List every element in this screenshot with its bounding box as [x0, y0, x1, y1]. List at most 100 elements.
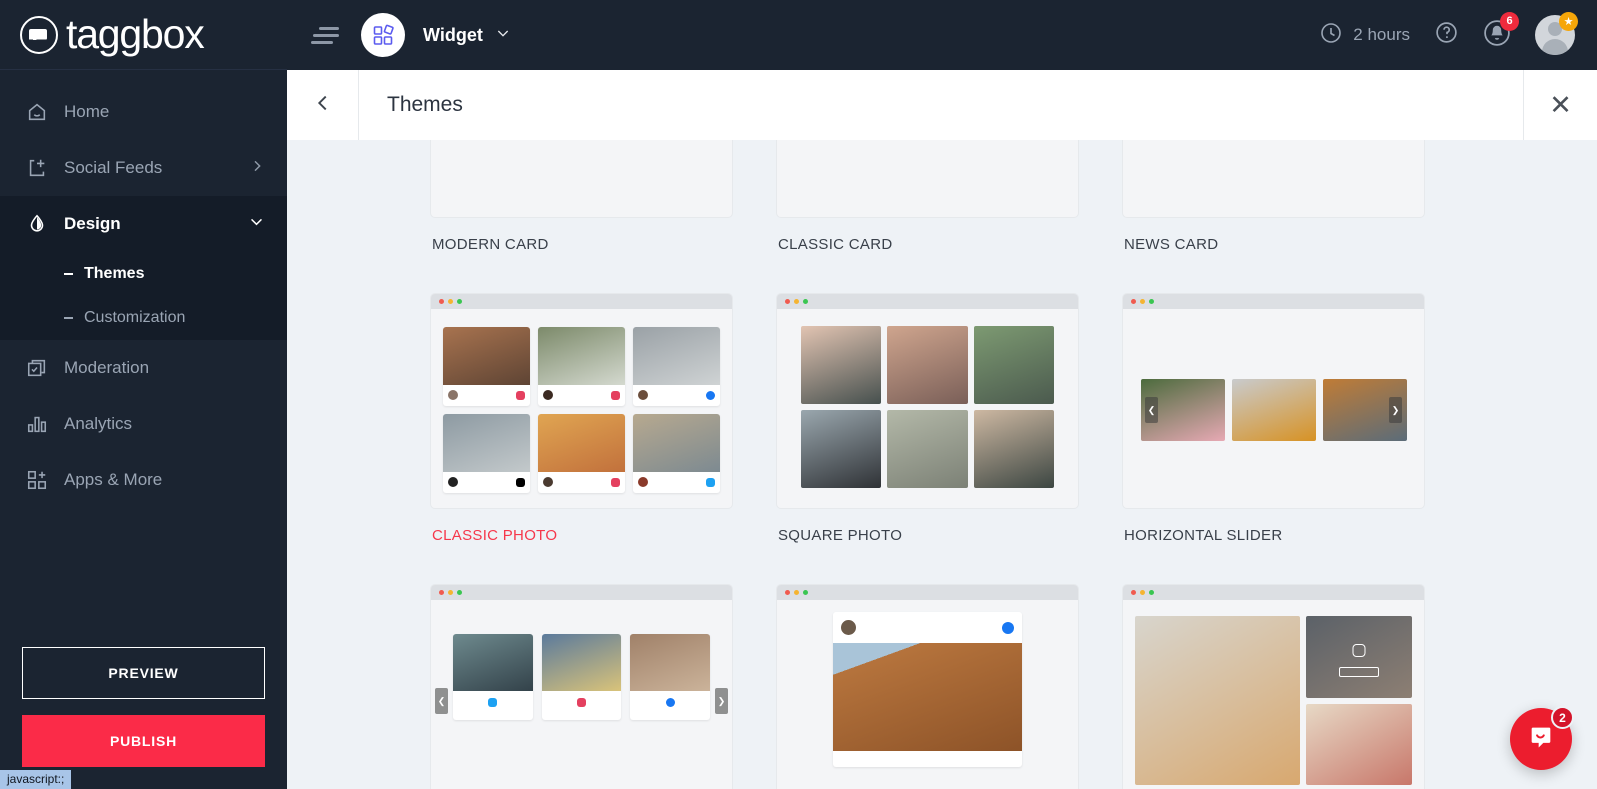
theme-label: NEWS CARD [1124, 236, 1219, 253]
feed-add-icon [26, 157, 48, 179]
sidebar-item-design[interactable]: Design [0, 196, 287, 252]
apps-grid-add-icon [26, 469, 48, 491]
preview-card [541, 634, 622, 720]
chat-launcher-button[interactable]: 2 [1510, 706, 1574, 770]
theme-thumbnail-classic-photo[interactable] [430, 293, 733, 509]
preview-card-grid [453, 634, 710, 720]
traffic-dot-icon [1140, 299, 1145, 304]
avatar[interactable]: ★ [1535, 12, 1578, 55]
preview-photo [1135, 616, 1300, 785]
help-button[interactable] [1434, 20, 1459, 50]
theme-thumbnail-news-card[interactable] [1122, 140, 1425, 218]
mock-browser-bar [1123, 585, 1424, 600]
shop-now-chip [1338, 666, 1379, 677]
question-circle-icon [1434, 20, 1459, 50]
traffic-dot-icon [1131, 590, 1136, 595]
slider-prev-icon[interactable]: ❮ [1145, 397, 1158, 423]
theme-thumbnail-classic-card[interactable] [776, 140, 1079, 218]
themes-content: MODERN CARD CLASSIC CARD NEWS CARD CLASS… [287, 140, 1597, 789]
preview-slider [1123, 309, 1424, 508]
sidebar-item-label: Social Feeds [64, 158, 163, 177]
preview-photo [1231, 378, 1316, 441]
theme-cell: NEWS CARD [1122, 140, 1425, 293]
sidebar-item-analytics[interactable]: Analytics [0, 396, 287, 452]
moderation-icon [26, 357, 48, 379]
sidebar-item-home[interactable]: Home [0, 84, 287, 140]
preview-card [538, 327, 625, 406]
sidebar-item-label: Home [64, 102, 110, 121]
widget-selector[interactable]: Widget [423, 25, 511, 46]
theme-thumbnail-modern-card[interactable] [430, 140, 733, 218]
preview-card [453, 634, 533, 720]
brand-name: taggbox [66, 11, 205, 57]
mock-browser-bar [431, 585, 732, 600]
traffic-dot-icon [439, 590, 444, 595]
carousel-prev-icon[interactable]: ❮ [435, 688, 448, 714]
sidebar-item-apps-and-more[interactable]: Apps & More [0, 452, 287, 508]
notifications-button[interactable]: 6 [1483, 11, 1519, 52]
brand-logo[interactable]: taggbox [0, 0, 287, 70]
page-title: Themes [387, 93, 463, 116]
theme-cell: ❮ ❯ [430, 584, 733, 789]
main-area: Widget 2 hours 6 ★ Themes ✕ MODERN CARD … [287, 0, 1597, 789]
chevron-down-icon [248, 213, 265, 235]
star-icon: ★ [1559, 12, 1578, 31]
theme-cell: CLASSIC CARD [776, 140, 1079, 293]
themes-grid: MODERN CARD CLASSIC CARD NEWS CARD CLASS… [287, 140, 1597, 789]
dash-marker-icon [64, 317, 73, 319]
sidebar-subitem-themes[interactable]: Themes [0, 252, 287, 296]
sidebar-item-moderation[interactable]: Moderation [0, 340, 287, 396]
preview-photo-grid [801, 326, 1054, 488]
chevron-down-icon [495, 25, 511, 46]
sidebar-subitem-customization[interactable]: Customization [0, 296, 287, 340]
theme-cell [1122, 584, 1425, 789]
theme-cell: ❮ ❯ HORIZONTAL SLIDER [1122, 293, 1425, 584]
chevron-left-icon [312, 92, 334, 119]
traffic-dot-icon [794, 590, 799, 595]
theme-preview-body [1123, 600, 1424, 789]
carousel-next-icon[interactable]: ❯ [715, 688, 728, 714]
publish-button[interactable]: PUBLISH [22, 715, 265, 767]
preview-photo [973, 410, 1054, 488]
notification-badge: 6 [1500, 11, 1519, 31]
traffic-dot-icon [794, 299, 799, 304]
hamburger-icon[interactable] [311, 23, 339, 48]
sidebar-subitem-label: Themes [84, 265, 145, 282]
sidebar-nav: Home Social Feeds Design Themes Customiz… [0, 70, 287, 647]
preview-photo [887, 410, 968, 488]
theme-preview-body [1123, 140, 1424, 217]
traffic-dot-icon [457, 299, 462, 304]
preview-photo [801, 326, 882, 404]
theme-thumbnail-single-post[interactable] [776, 584, 1079, 789]
preview-button[interactable]: PREVIEW [22, 647, 265, 699]
taggbox-chat-mark-icon [20, 15, 58, 54]
theme-thumbnail-square-photo[interactable] [776, 293, 1079, 509]
back-button[interactable] [287, 70, 359, 140]
close-button[interactable]: ✕ [1523, 70, 1597, 140]
traffic-dot-icon [448, 590, 453, 595]
dash-marker-icon [64, 273, 73, 275]
preview-card [443, 327, 530, 406]
preview-photo [887, 326, 968, 404]
preview-card-grid [443, 327, 720, 493]
traffic-dot-icon [803, 299, 808, 304]
traffic-dot-icon [785, 590, 790, 595]
slider-next-icon[interactable]: ❯ [1389, 397, 1402, 423]
droplet-icon [26, 213, 48, 235]
theme-preview-body [777, 309, 1078, 508]
sidebar-group-design: Design Themes Customization [0, 196, 287, 340]
traffic-dot-icon [448, 299, 453, 304]
widget-name-label: Widget [423, 24, 483, 45]
theme-thumbnail-horizontal-slider[interactable]: ❮ ❯ [1122, 293, 1425, 509]
theme-thumbnail-carousel[interactable]: ❮ ❯ [430, 584, 733, 789]
sidebar-item-social-feeds[interactable]: Social Feeds [0, 140, 287, 196]
traffic-dot-icon [1149, 299, 1154, 304]
theme-thumbnail-shoppable[interactable] [1122, 584, 1425, 789]
widget-squares-icon [361, 13, 405, 57]
preview-card [443, 414, 530, 493]
theme-cell: MODERN CARD [430, 140, 733, 293]
theme-preview-body [431, 140, 732, 217]
session-timer[interactable]: 2 hours [1319, 21, 1410, 50]
traffic-dot-icon [457, 590, 462, 595]
theme-preview-body [431, 309, 732, 508]
